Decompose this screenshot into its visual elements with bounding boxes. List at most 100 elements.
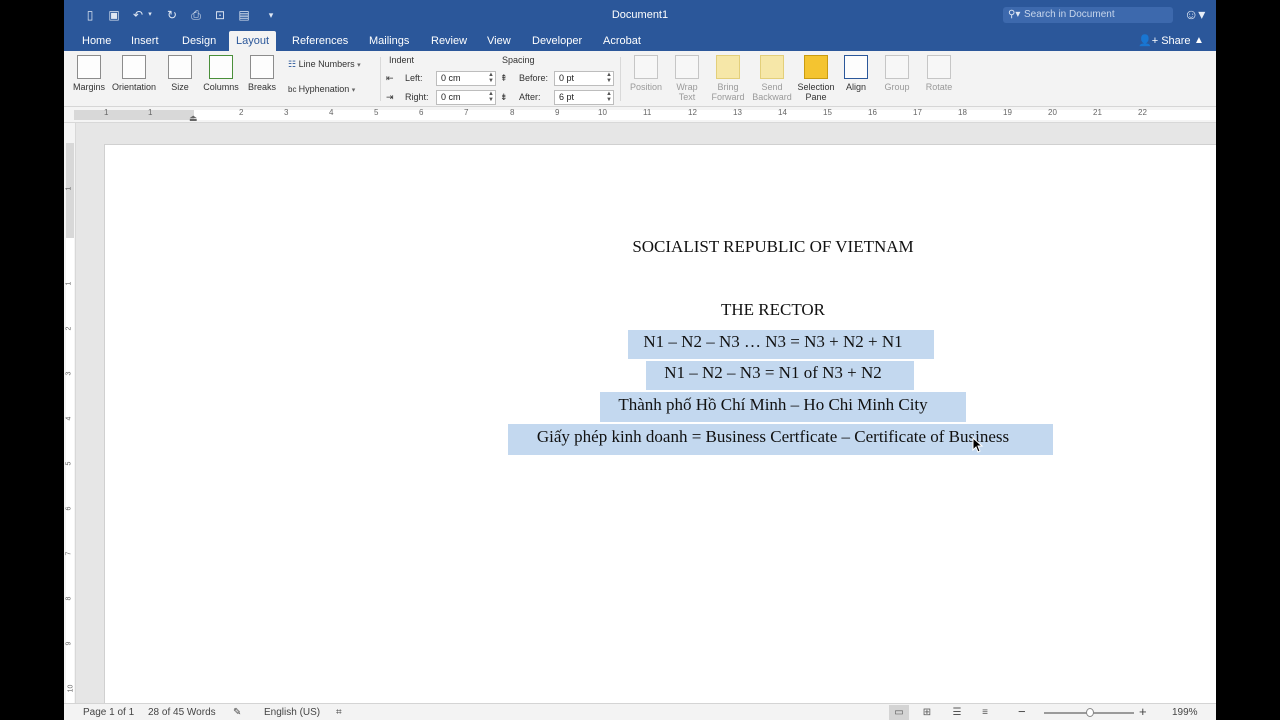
columns-button[interactable]: Columns [202,55,240,92]
indent-right-field[interactable]: 0 cm ▲ ▼ [436,90,496,105]
line-numbers-label: Line Numbers [298,59,355,69]
indent-group-label: Indent [389,55,415,65]
horizontal-ruler[interactable]: 1 1 2 3 4 5 6 7 8 9 10 11 12 13 14 15 16… [64,107,1216,123]
position-icon [634,55,658,79]
stepper-icon[interactable]: ▲ ▼ [487,91,495,104]
ruler-number: 1 [104,108,109,117]
tab-review[interactable]: Review [424,31,474,51]
doc-heading-rector[interactable]: THE RECTOR [105,300,1216,320]
spacing-group-label: Spacing [502,55,535,65]
word-count[interactable]: 28 of 45 Words [148,707,216,718]
search-input[interactable]: ⚲▾ Search in Document [1003,7,1173,23]
position-label: Position [629,82,663,92]
ruler-number: 10 [598,108,607,117]
vruler-number: 4 [65,416,73,421]
draft-view-icon[interactable]: ≡ [975,705,995,720]
web-layout-view-icon[interactable]: ⊞ [917,705,937,720]
vruler-number: 3 [65,371,73,376]
ruler-number: 20 [1048,108,1057,117]
align-icon [844,55,868,79]
ruler-number: 7 [464,108,469,117]
doc-paragraph[interactable]: N1 – N2 – N3 … N3 = N3 + N2 + N1 [105,332,1216,352]
tab-acrobat[interactable]: Acrobat [596,31,648,51]
selection-pane-label-2: Pane [805,92,827,102]
bring-forward-icon [716,55,740,79]
track-changes-icon[interactable]: ⌗ [336,707,342,718]
page-count[interactable]: Page 1 of 1 [83,707,134,718]
breaks-button[interactable]: Breaks [247,55,277,92]
vruler-number: 2 [65,326,73,331]
tab-view[interactable]: View [480,31,518,51]
zoom-in-icon[interactable]: + [1139,704,1147,719]
align-label: Align [845,82,866,92]
indent-left-field[interactable]: 0 cm ▲ ▼ [436,71,496,86]
tab-developer[interactable]: Developer [525,31,589,51]
orientation-button[interactable]: Orientation [111,55,157,92]
vertical-ruler[interactable]: 1 1 2 3 4 5 6 7 8 9 10 [64,123,76,703]
spacing-after-field[interactable]: 6 pt ▲ ▼ [554,90,614,105]
rotate-button[interactable]: Rotate [923,55,955,92]
language[interactable]: English (US) [264,707,320,718]
doc-heading-country[interactable]: SOCIALIST REPUBLIC OF VIETNAM [105,237,1216,257]
size-button[interactable]: Size [168,55,192,92]
zoom-slider-handle[interactable] [1086,708,1094,717]
selection-pane-button[interactable]: Selection Pane [795,55,837,102]
align-button[interactable]: Align [843,55,869,92]
doc-paragraph[interactable]: N1 – N2 – N3 = N1 of N3 + N2 [105,363,1216,383]
search-icon: ⚲▾ [1008,9,1021,20]
feedback-smiley-icon[interactable]: ☺▾ [1184,6,1206,24]
group-button[interactable]: Group [882,55,912,92]
collapse-ribbon-icon[interactable]: ▲ [1194,31,1204,51]
outline-view-icon[interactable]: ☰ [947,705,967,720]
tab-layout[interactable]: Layout [229,31,277,51]
ruler-number: 5 [374,108,379,117]
tab-design[interactable]: Design [175,31,223,51]
share-button[interactable]: 👤+ Share [1138,31,1191,51]
proofing-icon[interactable]: ✎ [233,707,241,718]
ruler-number: 17 [913,108,922,117]
wrap-text-label-2: Text [678,92,696,102]
send-backward-button[interactable]: Send Backward [750,55,794,102]
spacing-after-value: 6 pt [559,92,575,102]
stepper-icon[interactable]: ▲ ▼ [487,72,495,85]
line-numbers-icon: ☷ [288,59,299,69]
tab-references[interactable]: References [285,31,355,51]
spacing-before-field[interactable]: 0 pt ▲ ▼ [554,71,614,86]
margins-button[interactable]: Margins [73,55,105,92]
doc-paragraph[interactable]: Giấy phép kinh doanh = Business Certfica… [105,427,1216,447]
size-icon [168,55,192,79]
stepper-icon[interactable]: ▲ ▼ [605,72,613,85]
indent-left-value: 0 cm [441,73,461,83]
hyphenation-button[interactable]: bc Hyphenation ▾ [288,84,355,94]
wrap-text-label: Wrap [676,82,698,92]
line-numbers-button[interactable]: ☷ Line Numbers ▾ [288,59,361,70]
document-canvas[interactable]: SOCIALIST REPUBLIC OF VIETNAM THE RECTOR… [76,123,1216,703]
margins-icon [77,55,101,79]
stepper-icon[interactable]: ▲ ▼ [605,91,613,104]
ruler-number: 19 [1003,108,1012,117]
tab-insert[interactable]: Insert [124,31,166,51]
ruler-number: 12 [688,108,697,117]
ruler-number: 6 [419,108,424,117]
vruler-number: 8 [65,596,73,601]
tab-home[interactable]: Home [75,31,118,51]
zoom-level[interactable]: 199% [1172,707,1198,718]
ruler-text-area [194,110,1216,120]
bring-forward-button[interactable]: Bring Forward [708,55,748,102]
bring-forward-label: Bring [717,82,739,92]
print-layout-view-icon[interactable]: ▭ [889,705,909,720]
group-icon [885,55,909,79]
indent-left-label: Left: [405,73,423,83]
doc-paragraph[interactable]: Thành phố Hồ Chí Minh – Ho Chi Minh City [105,395,1216,415]
rotate-icon [927,55,951,79]
vruler-number: 7 [65,551,73,556]
zoom-out-icon[interactable]: − [1018,704,1026,719]
wrap-text-button[interactable]: Wrap Text [670,55,704,102]
document-page[interactable]: SOCIALIST REPUBLIC OF VIETNAM THE RECTOR… [104,144,1216,703]
share-label: Share [1161,35,1191,47]
ruler-number: 21 [1093,108,1102,117]
position-button[interactable]: Position [626,55,666,92]
title-bar: ▯ ▣ ↶ ▾ ↻ ⎙ ⊡ ▤ ▾ Document1 ⚲▾ Search in… [64,0,1216,31]
ruler-number: 3 [284,108,289,117]
tab-mailings[interactable]: Mailings [362,31,416,51]
